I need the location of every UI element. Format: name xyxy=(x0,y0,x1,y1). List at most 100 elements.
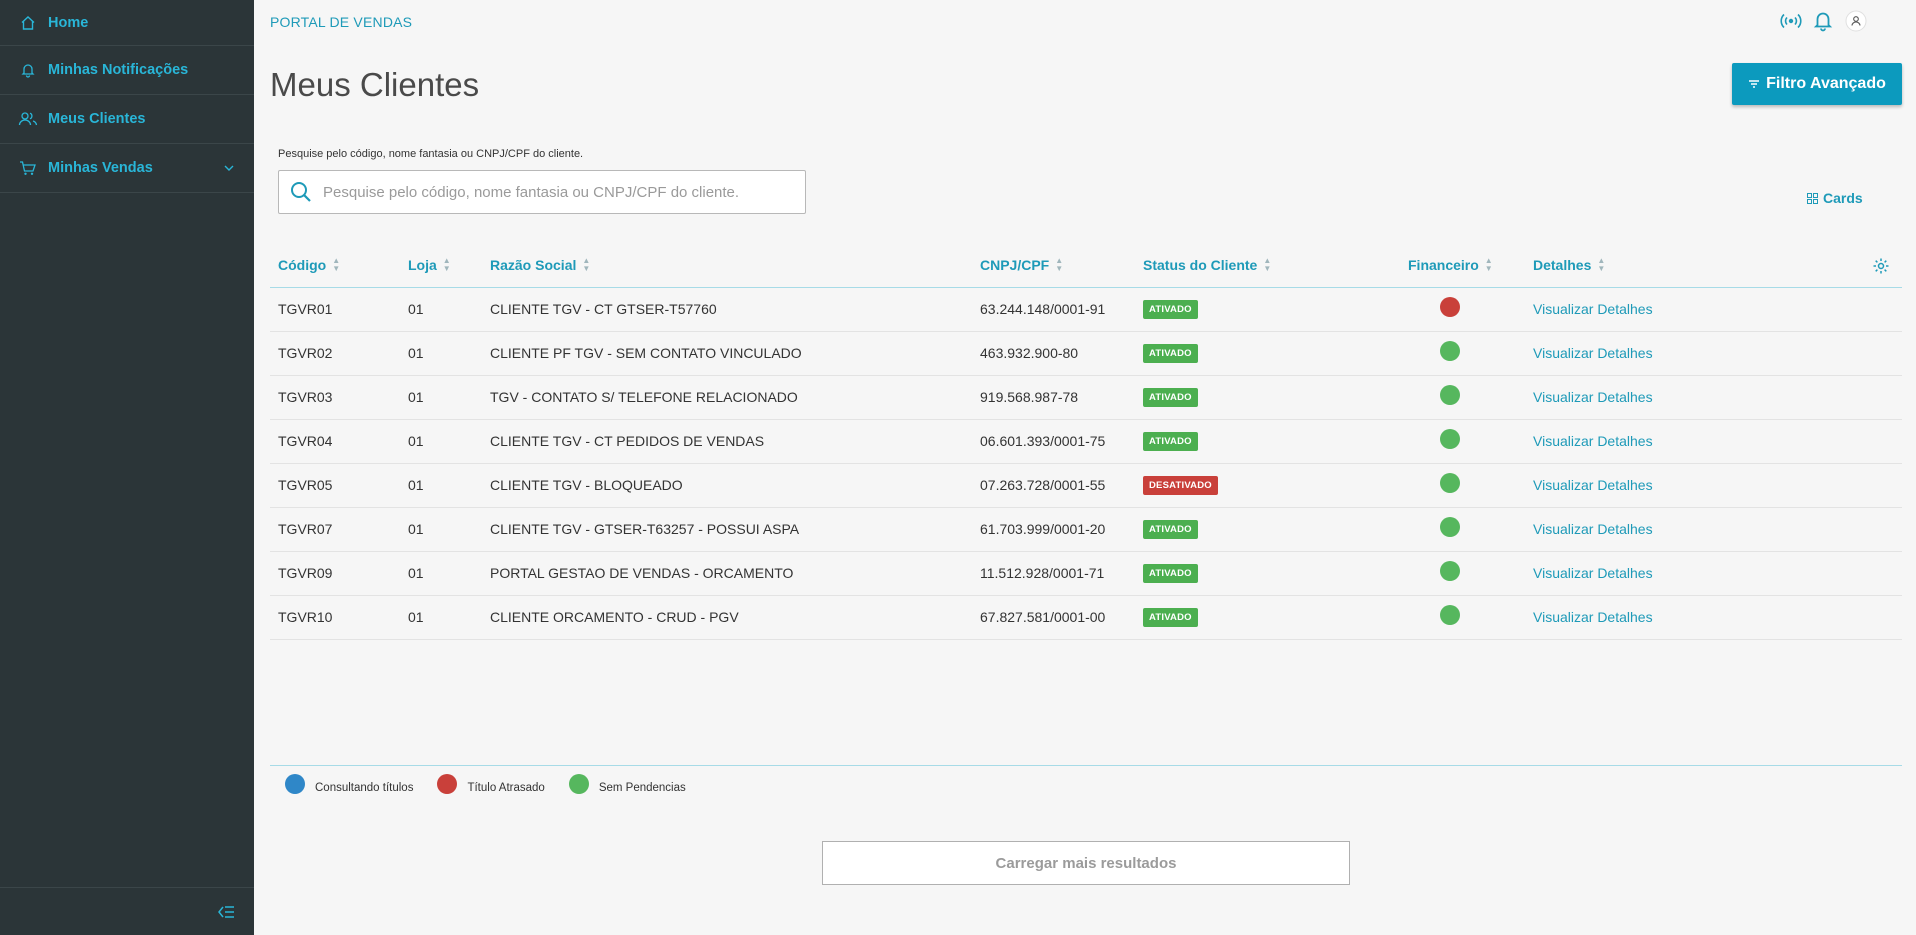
chevron-down-icon[interactable] xyxy=(222,161,236,175)
cell-razao-social: CLIENTE TGV - CT GTSER-T57760 xyxy=(490,301,717,317)
column-header-financeiro[interactable]: Financeiro ▲ ▼ xyxy=(1408,256,1493,274)
cell-codigo: TGVR02 xyxy=(278,345,333,361)
cell-codigo: TGVR03 xyxy=(278,389,333,405)
sidebar-divider xyxy=(0,887,254,888)
cell-loja: 01 xyxy=(408,521,424,537)
view-details-link[interactable]: Visualizar Detalhes xyxy=(1533,345,1653,361)
cell-codigo: TGVR07 xyxy=(278,521,333,537)
financeiro-status-dot xyxy=(1440,429,1460,449)
legend-item: Sem Pendencias xyxy=(568,774,686,798)
users-icon xyxy=(18,109,38,129)
search-label: Pesquise pelo código, nome fantasia ou C… xyxy=(278,148,584,160)
search-field[interactable] xyxy=(278,170,806,214)
cell-cnpj-cpf: 67.827.581/0001-00 xyxy=(980,609,1106,625)
cell-cnpj-cpf: 07.263.728/0001-55 xyxy=(980,477,1106,493)
table-header: Código ▲ ▼ Loja ▲ ▼ Razão Social ▲ ▼ CNPJ/CPF ▲… xyxy=(270,246,1902,288)
view-details-link[interactable]: Visualizar Detalhes xyxy=(1533,565,1653,581)
table-row: TGVR03 01 TGV - CONTATO S/ TELEFONE RELACI… xyxy=(270,376,1902,420)
cell-codigo: TGVR04 xyxy=(278,433,333,449)
legend-dot-green xyxy=(568,774,589,794)
cell-razao-social: CLIENTE TGV - BLOQUEADO xyxy=(490,477,683,493)
sidebar-item-notificacoes[interactable]: Minhas Notificações xyxy=(0,46,254,95)
financeiro-status-dot xyxy=(1440,385,1460,405)
advanced-filter-button[interactable]: Filtro Avançado xyxy=(1732,63,1902,105)
column-header-codigo[interactable]: Código ▲ ▼ xyxy=(278,256,341,274)
sidebar-item-vendas[interactable]: Minhas Vendas xyxy=(0,144,254,193)
search-icon xyxy=(291,182,311,202)
financeiro-status-dot xyxy=(1440,517,1460,537)
filter-icon xyxy=(1749,80,1760,88)
financeiro-status-dot xyxy=(1440,561,1460,581)
view-details-link[interactable]: Visualizar Detalhes xyxy=(1533,521,1653,537)
notifications-bell-icon[interactable] xyxy=(1812,10,1834,32)
table-row: TGVR07 01 CLIENTE TGV - GTSER-T63257 - POS… xyxy=(270,508,1902,552)
cell-cnpj-cpf: 61.703.999/0001-20 xyxy=(980,521,1106,537)
collapse-menu-icon[interactable] xyxy=(216,903,236,921)
status-badge: ATIVADO xyxy=(1143,520,1198,539)
financeiro-status-dot xyxy=(1440,297,1460,317)
cell-cnpj-cpf: 63.244.148/0001-91 xyxy=(980,301,1106,317)
legend-label: Sem Pendencias xyxy=(598,782,686,794)
view-details-link[interactable]: Visualizar Detalhes xyxy=(1533,301,1653,317)
topbar: PORTAL DE VENDAS xyxy=(254,0,1916,42)
cell-razao-social: TGV - CONTATO S/ TELEFONE RELACIONADO xyxy=(490,389,798,405)
view-details-link[interactable]: Visualizar Detalhes xyxy=(1533,477,1653,493)
legend-dot-red xyxy=(437,774,458,794)
sort-icon: ▲ ▼ xyxy=(442,256,451,273)
legend-item: Título Atrasado xyxy=(437,774,545,798)
search-input[interactable] xyxy=(323,183,783,201)
cell-codigo: TGVR10 xyxy=(278,609,333,625)
cards-view-label: Cards xyxy=(1823,190,1863,206)
cell-codigo: TGVR05 xyxy=(278,477,333,493)
sidebar-item-label: Home xyxy=(48,14,89,31)
status-badge: ATIVADO xyxy=(1143,388,1198,407)
cell-loja: 01 xyxy=(408,389,424,405)
table-row: TGVR10 01 CLIENTE ORCAMENTO - CRUD - PGV 67… xyxy=(270,596,1902,640)
cell-razao-social: CLIENTE ORCAMENTO - CRUD - PGV xyxy=(490,609,739,625)
cell-codigo: TGVR09 xyxy=(278,565,333,581)
column-header-loja[interactable]: Loja ▲ ▼ xyxy=(408,256,451,274)
financeiro-legend: Consultando títulos Título Atrasado Sem … xyxy=(285,774,710,798)
column-header-status[interactable]: Status do Cliente ▲ ▼ xyxy=(1143,256,1272,274)
cell-loja: 01 xyxy=(408,565,424,581)
financeiro-status-dot xyxy=(1440,473,1460,493)
table-row: TGVR05 01 CLIENTE TGV - BLOQUEADO 07.263.72… xyxy=(270,464,1902,508)
sort-icon: ▲ ▼ xyxy=(1484,256,1493,273)
table-body: TGVR01 01 CLIENTE TGV - CT GTSER-T57760 63.… xyxy=(270,288,1902,640)
sort-icon: ▲ ▼ xyxy=(1055,256,1064,273)
view-details-link[interactable]: Visualizar Detalhes xyxy=(1533,433,1653,449)
status-badge: DESATIVADO xyxy=(1143,476,1218,495)
connection-status-icon[interactable] xyxy=(1780,10,1802,32)
sort-icon: ▲ ▼ xyxy=(332,256,341,273)
load-more-button[interactable]: Carregar mais resultados xyxy=(822,841,1350,885)
bell-icon xyxy=(18,60,38,80)
gear-icon[interactable] xyxy=(1872,257,1890,275)
table-row: TGVR01 01 CLIENTE TGV - CT GTSER-T57760 63.… xyxy=(270,288,1902,332)
view-details-link[interactable]: Visualizar Detalhes xyxy=(1533,389,1653,405)
status-badge: ATIVADO xyxy=(1143,608,1198,627)
column-header-razao-social[interactable]: Razão Social ▲ ▼ xyxy=(490,256,591,274)
page-title: Meus Clientes xyxy=(270,66,480,103)
financeiro-status-dot xyxy=(1440,341,1460,361)
cell-cnpj-cpf: 463.932.900-80 xyxy=(980,345,1079,361)
cell-loja: 01 xyxy=(408,477,424,493)
sidebar-item-label: Minhas Vendas xyxy=(48,160,153,176)
sidebar-item-home[interactable]: Home xyxy=(0,0,254,46)
table-row: TGVR09 01 PORTAL GESTAO DE VENDAS - ORCAME… xyxy=(270,552,1902,596)
portal-title: PORTAL DE VENDAS xyxy=(270,14,413,30)
sort-icon: ▲ ▼ xyxy=(1263,256,1272,273)
column-header-detalhes[interactable]: Detalhes ▲ ▼ xyxy=(1533,257,1605,274)
cell-cnpj-cpf: 06.601.393/0001-75 xyxy=(980,433,1106,449)
cards-view-toggle[interactable]: Cards xyxy=(1807,190,1863,206)
user-avatar-icon[interactable] xyxy=(1845,10,1867,32)
clients-table: Código ▲ ▼ Loja ▲ ▼ Razão Social ▲ ▼ CNPJ/CPF ▲… xyxy=(270,246,1902,640)
sort-icon: ▲ ▼ xyxy=(582,256,591,273)
legend-label: Consultando títulos xyxy=(315,782,414,794)
home-icon xyxy=(18,13,38,33)
view-details-link[interactable]: Visualizar Detalhes xyxy=(1533,609,1653,625)
sidebar-item-clientes[interactable]: Meus Clientes xyxy=(0,95,254,144)
grid-icon xyxy=(1807,192,1818,204)
column-header-cnpj-cpf[interactable]: CNPJ/CPF ▲ ▼ xyxy=(980,256,1064,274)
cell-loja: 01 xyxy=(408,345,424,361)
cell-loja: 01 xyxy=(408,609,424,625)
